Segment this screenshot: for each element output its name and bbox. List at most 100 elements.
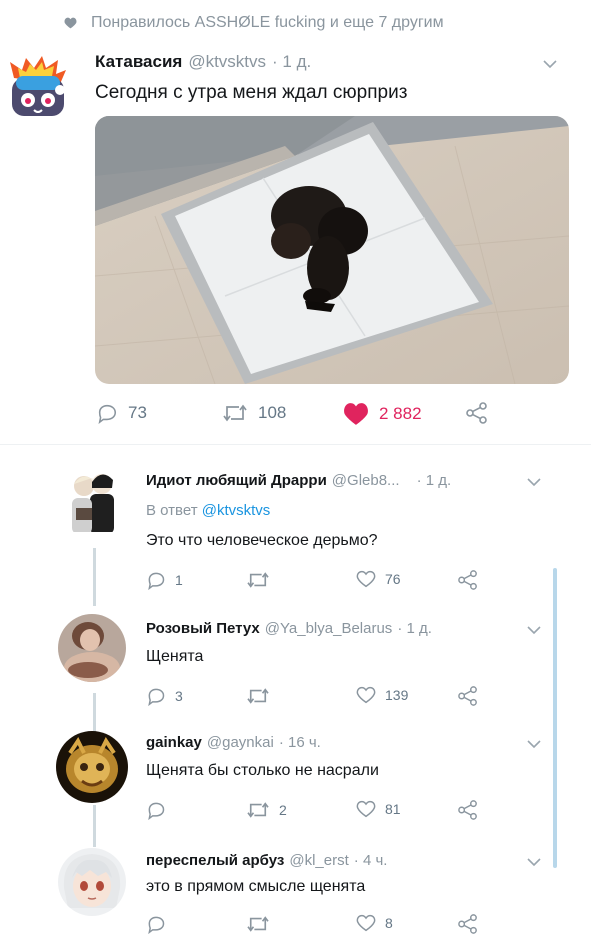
share-icon <box>466 402 487 424</box>
reply-header: переспелый арбуз @kl_erst · 4 ч. <box>146 852 387 869</box>
reply-icon <box>98 404 117 424</box>
reply-icon <box>148 802 165 820</box>
anime-couple-avatar-icon <box>72 474 114 532</box>
reply-header: gainkay @gaynkai · 16 ч. <box>146 734 321 751</box>
tweet-text: Это что человеческое дерьмо? <box>146 532 378 549</box>
reply-icon <box>148 572 165 590</box>
author-name[interactable]: gainkay <box>146 734 202 751</box>
tweet-text: Сегодня с утра меня ждал сюрприз <box>95 82 408 103</box>
reply-button[interactable] <box>146 914 175 934</box>
heart-icon <box>356 570 376 588</box>
share-button[interactable] <box>458 914 478 934</box>
reply-icon <box>148 916 165 934</box>
share-button[interactable] <box>458 570 478 590</box>
reply-header: Розовый Петух @Ya_blya_Belarus · 1 д. <box>146 620 432 637</box>
author-handle[interactable]: @ktvsktvs <box>188 52 266 72</box>
share-icon <box>458 570 477 590</box>
retweet-icon <box>247 572 269 588</box>
thread-line <box>93 548 96 606</box>
tweet-time[interactable]: · 1 д. <box>417 472 452 489</box>
like-button[interactable]: 81 <box>356 800 401 818</box>
avatar[interactable] <box>58 614 126 682</box>
golden-dragon-avatar-icon <box>56 731 128 803</box>
tweet-text: Щенята бы столько не насрали <box>146 762 379 779</box>
avatar[interactable] <box>56 731 128 803</box>
reply-button[interactable]: 3 <box>146 686 183 706</box>
chevron-down-icon[interactable] <box>527 858 541 867</box>
chevron-down-icon[interactable] <box>527 626 541 635</box>
author-handle[interactable]: @gaynkai <box>207 734 274 751</box>
like-count: 2 882 <box>379 404 422 423</box>
reply-icon <box>148 688 165 706</box>
heart-icon <box>64 17 77 29</box>
author-handle[interactable]: @Gleb8... <box>332 472 400 489</box>
reply-header: Идиот любящий Драрри @Gleb8... · 1 д. <box>146 472 451 489</box>
heart-icon <box>356 800 376 818</box>
cat-avatar-icon <box>10 56 66 116</box>
reply-button[interactable]: 1 <box>146 570 183 590</box>
share-icon <box>458 686 477 706</box>
tweet-photo[interactable] <box>95 116 569 384</box>
chevron-down-icon[interactable] <box>527 740 541 749</box>
liked-by-text: Понравилось ASSHØLE fucking и еще 7 друг… <box>91 14 444 31</box>
liked-by-row: Понравилось ASSHØLE fucking и еще 7 друг… <box>64 14 444 32</box>
retweet-button[interactable] <box>246 914 279 934</box>
avatar[interactable] <box>6 56 70 120</box>
avatar[interactable] <box>62 468 126 532</box>
avatar[interactable] <box>58 848 126 916</box>
reply-to-line: В ответ @ktvsktvs <box>146 502 270 519</box>
divider <box>0 444 591 445</box>
tweet-time[interactable]: · 4 ч. <box>354 852 388 869</box>
like-count: 139 <box>385 687 409 703</box>
retweet-button[interactable]: 2 <box>246 800 287 820</box>
share-button[interactable] <box>458 686 478 706</box>
retweet-icon <box>223 404 247 422</box>
retweet-icon <box>247 688 269 704</box>
like-button[interactable]: 139 <box>356 686 408 704</box>
author-name[interactable]: Розовый Петух <box>146 620 260 637</box>
share-icon <box>458 914 477 934</box>
like-count: 81 <box>385 801 401 817</box>
author-name[interactable]: переспелый арбуз <box>146 852 284 869</box>
author-handle[interactable]: @kl_erst <box>289 852 348 869</box>
tweet-time[interactable]: · 1 д. <box>397 620 432 637</box>
reply-count: 73 <box>128 403 147 422</box>
reply-to-handle[interactable]: @ktvsktvs <box>202 502 271 519</box>
tweet-time[interactable]: · 16 ч. <box>279 734 321 751</box>
share-icon <box>458 800 477 820</box>
retweet-count: 2 <box>279 802 287 818</box>
thread-line <box>93 693 96 733</box>
chevron-down-icon[interactable] <box>543 60 557 69</box>
reply-button[interactable]: 73 <box>96 402 147 424</box>
share-button[interactable] <box>466 402 488 424</box>
retweet-button[interactable] <box>246 570 279 590</box>
tweet-header: Катавасия @ktvsktvs · 1 д. <box>95 52 311 72</box>
like-button[interactable]: 76 <box>356 570 401 588</box>
author-name[interactable]: Катавасия <box>95 52 182 72</box>
like-count: 76 <box>385 571 401 587</box>
heart-filled-icon <box>344 403 368 425</box>
scrollbar[interactable] <box>553 568 557 868</box>
reply-count: 1 <box>175 572 183 588</box>
retweet-button[interactable] <box>246 686 279 706</box>
like-button[interactable]: 2 882 <box>343 402 422 426</box>
share-button[interactable] <box>458 800 478 820</box>
photo-avatar-icon <box>58 614 126 682</box>
retweet-count: 108 <box>258 403 287 422</box>
tweet-text: Щенята <box>146 648 204 665</box>
reply-button[interactable] <box>146 800 175 820</box>
retweet-icon <box>247 802 269 818</box>
retweet-button[interactable]: 108 <box>222 402 286 424</box>
heart-icon <box>356 686 376 704</box>
like-button[interactable]: 8 <box>356 914 393 932</box>
author-handle[interactable]: @Ya_blya_Belarus <box>265 620 393 637</box>
heart-icon <box>356 914 376 932</box>
like-count: 8 <box>385 915 393 931</box>
author-name[interactable]: Идиот любящий Драрри <box>146 472 327 489</box>
reply-count: 3 <box>175 688 183 704</box>
reply-to-prefix: В ответ <box>146 502 198 519</box>
tweet-text: это в прямом смысле щенята <box>146 878 366 895</box>
tweet-time[interactable]: · 1 д. <box>272 52 311 72</box>
chevron-down-icon[interactable] <box>527 478 541 487</box>
anime-girl-avatar-icon <box>58 848 126 916</box>
